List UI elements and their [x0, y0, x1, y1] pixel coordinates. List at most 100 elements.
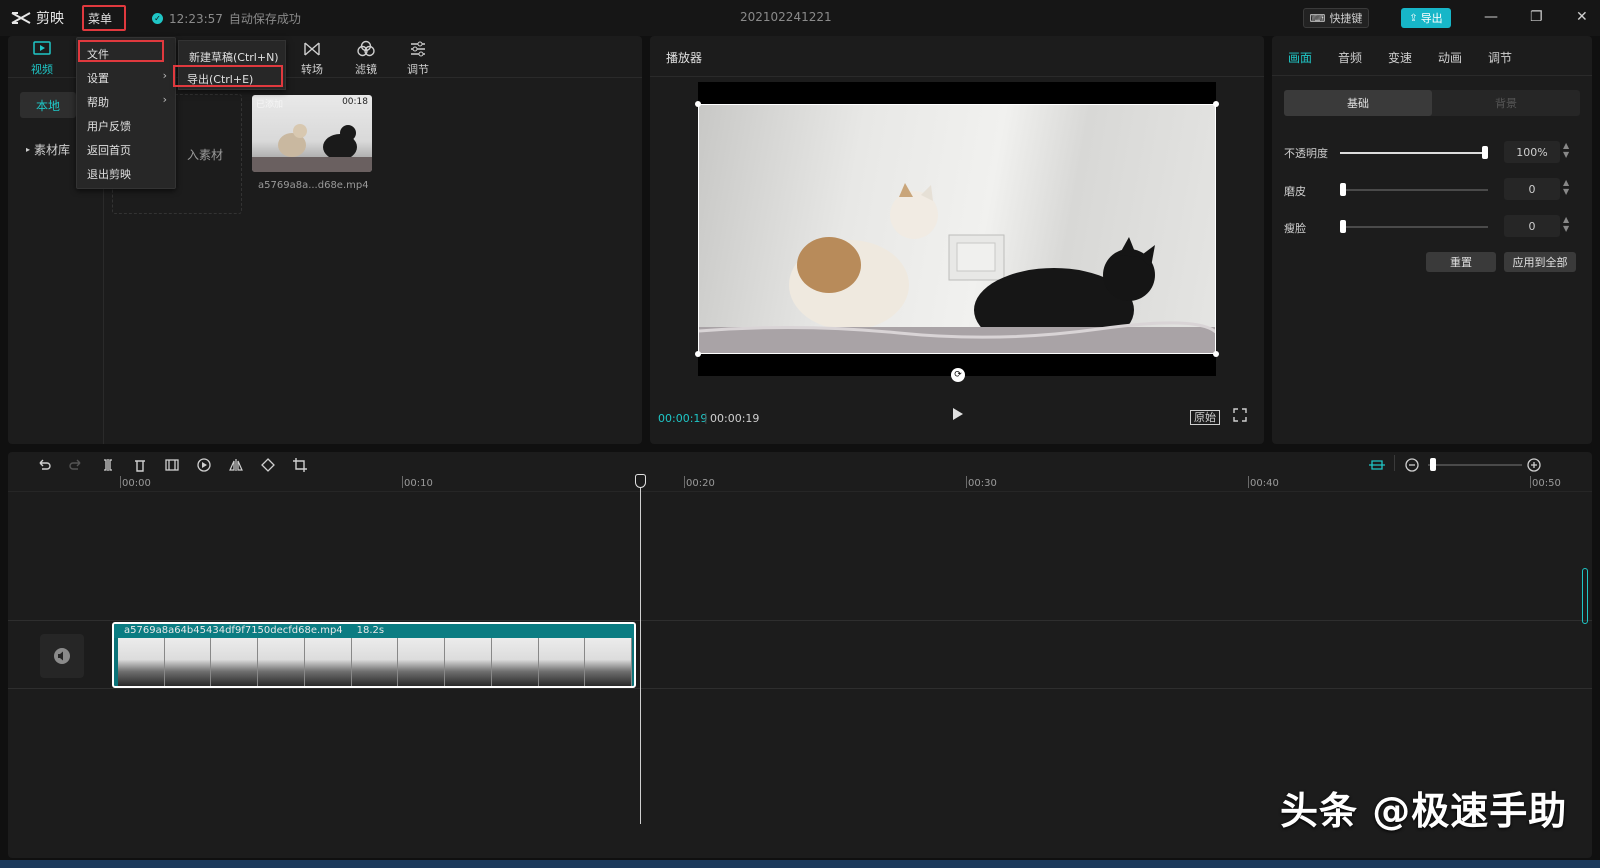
track-divider: [8, 688, 1592, 689]
menu-item-exit[interactable]: 退出剪映: [77, 160, 175, 184]
submenu-new-draft[interactable]: 新建草稿(Ctrl+N): [179, 43, 285, 67]
face-slim-knob[interactable]: [1340, 220, 1346, 233]
face-slim-value[interactable]: 0: [1504, 215, 1560, 237]
tab-speed[interactable]: 变速: [1388, 49, 1412, 66]
spinner-icon[interactable]: ▲ ▼: [1563, 215, 1569, 233]
apply-all-button[interactable]: 应用到全部: [1504, 252, 1576, 272]
tool-transition[interactable]: 转场: [290, 40, 334, 80]
resize-handle[interactable]: [1213, 351, 1219, 357]
clip-frame: [118, 638, 165, 686]
clip-filename: a5769a8a64b45434df9f7150decfd68e.mp4: [124, 625, 343, 636]
shortcut-button[interactable]: ⌨ 快捷键: [1303, 8, 1369, 28]
zoom-out-icon[interactable]: [1404, 457, 1420, 473]
play-icon[interactable]: [950, 407, 964, 421]
ratio-button[interactable]: 原始: [1190, 410, 1220, 425]
video-frame-image: [698, 104, 1216, 354]
clip-frame: [398, 638, 446, 686]
mirror-icon[interactable]: [228, 457, 244, 473]
divider: [1394, 455, 1395, 471]
tick-label: 00:40: [1250, 478, 1279, 489]
menu-button[interactable]: 菜单 ⌄: [82, 5, 126, 40]
menu-item-file[interactable]: 文件: [78, 40, 164, 62]
face-slim-slider[interactable]: [1340, 220, 1488, 233]
segment-control: 基础 背景: [1284, 90, 1580, 116]
freeze-icon[interactable]: [164, 457, 180, 473]
tab-audio[interactable]: 音频: [1338, 49, 1362, 66]
clip-frame: [258, 638, 305, 686]
tool-filter[interactable]: 滤镜: [344, 40, 388, 80]
opacity-fill: [1340, 152, 1488, 154]
menu-item-help[interactable]: 帮助 ›: [77, 88, 175, 112]
tick-mark: [120, 476, 121, 488]
rotate-icon[interactable]: [260, 457, 276, 473]
menu-item-home[interactable]: 返回首页: [77, 136, 175, 160]
menu-label: 菜单: [88, 12, 113, 26]
opacity-slider[interactable]: [1340, 146, 1488, 159]
timeline-toolbar: [8, 452, 1592, 474]
zoom-in-icon[interactable]: [1526, 457, 1542, 473]
delete-icon[interactable]: [132, 457, 148, 473]
spinner-icon[interactable]: ▲ ▼: [1563, 141, 1569, 159]
zoom-slider[interactable]: [1428, 458, 1522, 471]
fullscreen-icon[interactable]: [1233, 408, 1247, 422]
opacity-knob[interactable]: [1482, 146, 1488, 159]
keyboard-icon: ⌨: [1309, 11, 1326, 25]
tick-label: 00:10: [404, 478, 433, 489]
resize-handle[interactable]: [695, 351, 701, 357]
opacity-value[interactable]: 100%: [1504, 141, 1560, 163]
zoom-knob[interactable]: [1430, 458, 1436, 471]
video-clip[interactable]: a5769a8a64b45434df9f7150decfd68e.mp4 18.…: [112, 622, 636, 688]
resize-handle[interactable]: [695, 101, 701, 107]
segment-background[interactable]: 背景: [1432, 90, 1580, 116]
tool-adjust[interactable]: 调节: [396, 40, 440, 80]
minimize-icon[interactable]: —: [1484, 9, 1498, 25]
smooth-label: 磨皮: [1284, 185, 1306, 198]
tab-animation[interactable]: 动画: [1438, 49, 1462, 66]
clip-frame: [351, 638, 399, 686]
menu-item-settings[interactable]: 设置 ›: [77, 64, 175, 88]
resize-handle[interactable]: [1213, 101, 1219, 107]
tick-label: 00:50: [1532, 478, 1561, 489]
reverse-play-icon[interactable]: [196, 457, 212, 473]
file-submenu: 新建草稿(Ctrl+N) 导出(Ctrl+E): [173, 40, 286, 90]
tick-mark: [1248, 476, 1249, 488]
redo-icon[interactable]: [68, 457, 84, 473]
export-button[interactable]: ⇪ 导出: [1401, 8, 1451, 28]
close-icon[interactable]: ✕: [1576, 9, 1588, 25]
sidebar-item-local[interactable]: 本地: [20, 92, 76, 118]
video-canvas[interactable]: ⟳: [695, 82, 1219, 382]
video-icon: [33, 41, 51, 55]
tab-picture[interactable]: 画面: [1288, 49, 1312, 66]
rotate-handle-icon[interactable]: ⟳: [951, 368, 965, 382]
maximize-icon[interactable]: ❐: [1530, 9, 1543, 25]
clip-frame: [304, 638, 352, 686]
sidebar-item-library[interactable]: ▸ 素材库: [20, 136, 76, 162]
timeline-ruler[interactable]: 00:00 00:10 00:20 00:30 00:40 00:50: [8, 474, 1592, 492]
tool-video[interactable]: 视频: [20, 40, 64, 80]
menu-item-feedback[interactable]: 用户反馈: [77, 112, 175, 136]
spinner-icon[interactable]: ▲ ▼: [1563, 178, 1569, 196]
tab-adjust[interactable]: 调节: [1488, 49, 1512, 66]
crop-icon[interactable]: [292, 457, 308, 473]
export-label: 导出: [1420, 12, 1443, 25]
smooth-knob[interactable]: [1340, 183, 1346, 196]
playhead-handle[interactable]: [635, 474, 646, 488]
track-mute-button[interactable]: [40, 634, 84, 678]
split-icon[interactable]: [100, 457, 116, 473]
smooth-slider[interactable]: [1340, 183, 1488, 196]
media-thumbnail[interactable]: 已添加 00:18: [252, 95, 372, 172]
undo-icon[interactable]: [36, 457, 52, 473]
segment-basic[interactable]: 基础: [1284, 90, 1432, 116]
submenu-export[interactable]: 导出(Ctrl+E): [173, 65, 283, 87]
smooth-value[interactable]: 0: [1504, 178, 1560, 200]
clip-frame: [538, 638, 586, 686]
snap-icon[interactable]: [1368, 457, 1385, 473]
vertical-scrollbar[interactable]: [1582, 568, 1588, 624]
properties-tabs: 画面 音频 变速 动画 调节: [1272, 36, 1592, 76]
reset-button[interactable]: 重置: [1426, 252, 1496, 272]
divider: [650, 76, 1264, 77]
os-taskbar: [0, 860, 1600, 868]
thumb-filename: a5769a8a...d68e.mp4: [258, 180, 369, 191]
playhead-line[interactable]: [640, 474, 641, 824]
properties-panel: 画面 音频 变速 动画 调节 基础 背景 不透明度 100% ▲ ▼ 磨皮 0 ▲…: [1272, 36, 1592, 444]
